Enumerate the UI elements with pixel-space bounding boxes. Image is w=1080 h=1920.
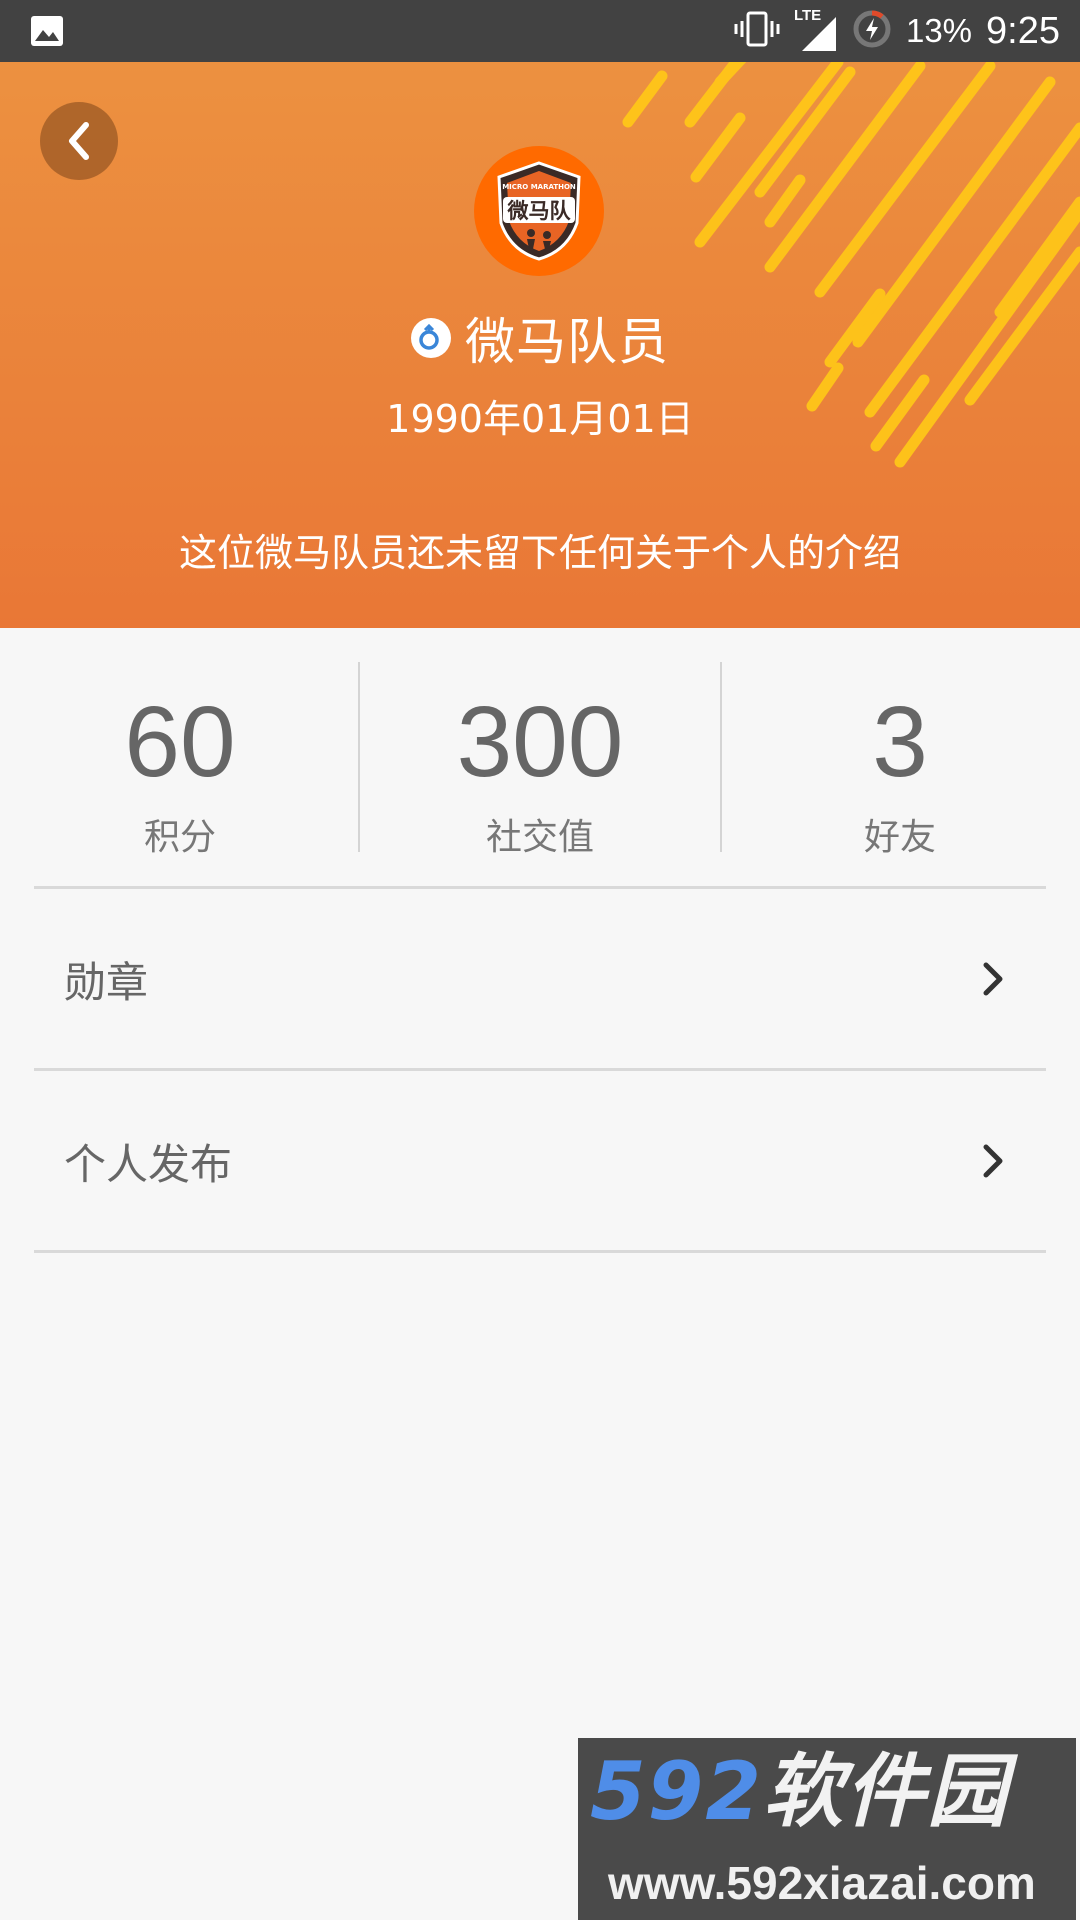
stat-divider bbox=[358, 662, 360, 852]
signal-icon: LTE bbox=[794, 7, 838, 53]
menu-item-label: 个人发布 bbox=[64, 1139, 233, 1189]
watermark-brand: 592软件园 bbox=[590, 1752, 1009, 1832]
bio: 这位微马队员还未留下任何关于个人的介绍 bbox=[178, 531, 901, 575]
avatar[interactable]: 微马队 MICRO MARATHON bbox=[474, 146, 604, 276]
menu-item-medals[interactable]: 勋章 bbox=[34, 889, 1046, 1069]
battery-percent: 13% bbox=[905, 12, 973, 49]
watermark-brand-number: 592 bbox=[590, 1745, 763, 1838]
watermark-brand-text: 软件园 bbox=[763, 1745, 1009, 1838]
user-name: 微马队员 bbox=[465, 313, 669, 371]
watermark: 592软件园 www.592xiazai.com bbox=[578, 1738, 1076, 1920]
stat-label: 社交值 bbox=[485, 817, 594, 858]
birthday: 1990年01月01日 bbox=[386, 397, 694, 441]
menu-item-label: 勋章 bbox=[64, 957, 149, 1007]
stat-value: 60 bbox=[124, 686, 236, 798]
clock: 9:25 bbox=[986, 9, 1060, 52]
image-icon bbox=[30, 14, 64, 48]
menu-item-posts[interactable]: 个人发布 bbox=[34, 1071, 1046, 1251]
stat-label: 好友 bbox=[863, 817, 936, 858]
status-bar: LTE 13% 9:25 bbox=[0, 0, 1080, 62]
male-icon bbox=[411, 318, 451, 358]
vibrate-icon bbox=[734, 11, 780, 52]
stat-divider bbox=[720, 662, 722, 852]
chevron-right-icon bbox=[980, 1141, 1006, 1181]
chevron-left-icon bbox=[69, 122, 89, 160]
user-name-row: 微马队员 bbox=[0, 302, 1080, 374]
profile-header: 微马队 MICRO MARATHON 微马队员 1990年01月01日 这位微马… bbox=[0, 62, 1080, 628]
stat-friends[interactable]: 3 好友 bbox=[720, 662, 1080, 858]
stat-label: 积分 bbox=[143, 817, 216, 858]
status-indicators: LTE 13% 9:25 bbox=[734, 0, 1060, 62]
chevron-right-icon bbox=[980, 959, 1006, 999]
stat-points[interactable]: 60 积分 bbox=[0, 662, 360, 858]
back-button[interactable] bbox=[40, 102, 118, 180]
team-logo-icon: 微马队 MICRO MARATHON bbox=[497, 161, 581, 261]
stat-value: 300 bbox=[456, 686, 624, 798]
battery-charging-icon bbox=[852, 9, 892, 54]
divider bbox=[34, 1250, 1046, 1253]
stats-row: 60 积分 300 社交值 3 好友 bbox=[0, 662, 1080, 858]
svg-text:微马队: 微马队 bbox=[507, 199, 572, 223]
stat-social[interactable]: 300 社交值 bbox=[360, 662, 720, 858]
watermark-url: www.592xiazai.com bbox=[608, 1857, 1036, 1909]
svg-text:MICRO MARATHON: MICRO MARATHON bbox=[502, 183, 576, 191]
stat-value: 3 bbox=[872, 686, 928, 798]
